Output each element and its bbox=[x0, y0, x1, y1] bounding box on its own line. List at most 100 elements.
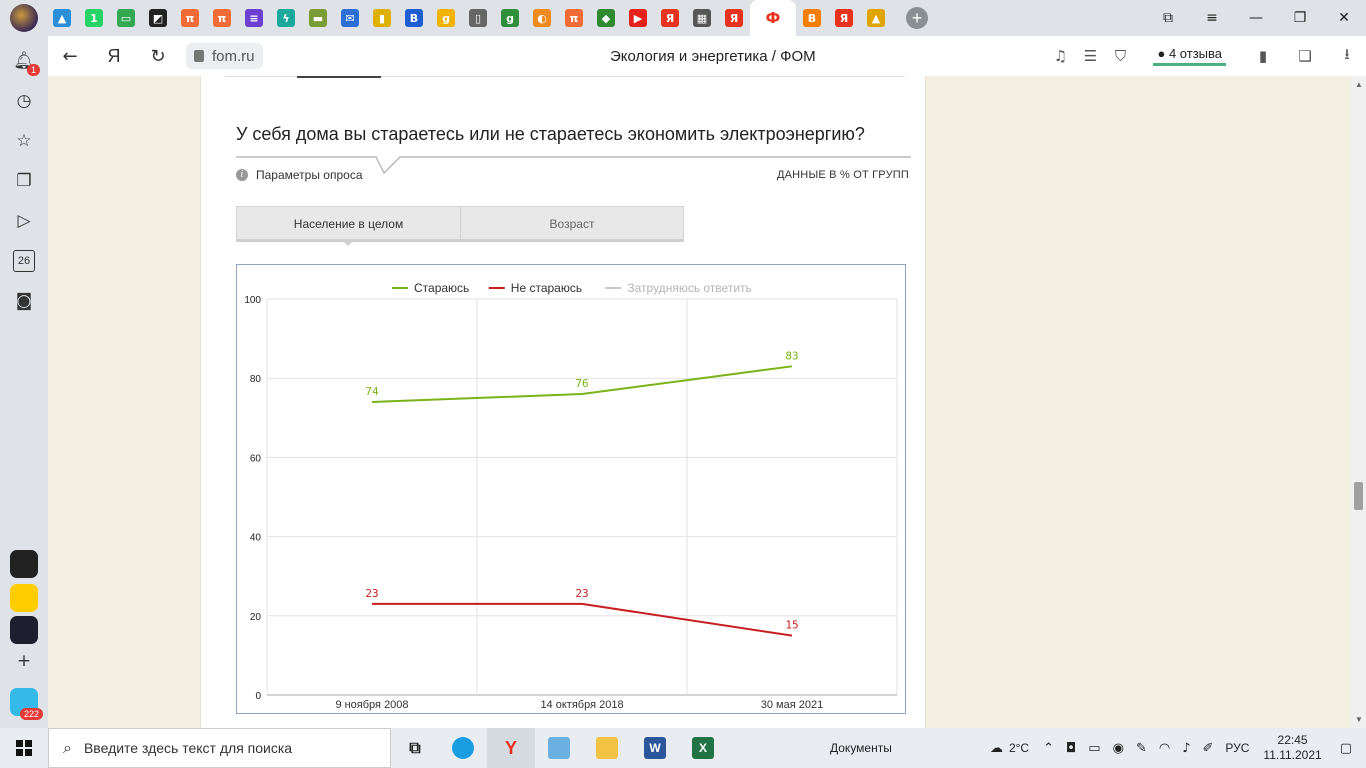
shield-icon[interactable]: ⛉ bbox=[1105, 47, 1135, 65]
data-label: 76 bbox=[575, 377, 588, 390]
tab-25[interactable]: Я bbox=[828, 0, 860, 36]
chevron-up-icon[interactable]: ⌃ bbox=[1043, 741, 1054, 756]
tab-18[interactable]: ◆ bbox=[590, 0, 622, 36]
play-video-icon[interactable]: ▷ bbox=[13, 210, 35, 232]
data-label: 15 bbox=[785, 619, 798, 632]
diamond-icon: ◆ bbox=[597, 9, 615, 27]
tab-16[interactable]: ◐ bbox=[526, 0, 558, 36]
reader-mode-icon[interactable]: ☰ bbox=[1075, 47, 1105, 65]
lock-icon bbox=[194, 50, 204, 62]
tab-7[interactable]: ≡ bbox=[238, 0, 270, 36]
bookmark-icon[interactable]: ▮ bbox=[1248, 47, 1278, 65]
picture-icon: ▲ bbox=[867, 9, 885, 27]
notifications-icon[interactable]: ▢ bbox=[1340, 741, 1352, 756]
restore-button[interactable]: ❐ bbox=[1278, 10, 1322, 26]
tab-15[interactable]: g bbox=[494, 0, 526, 36]
yandex-browser-app-icon[interactable]: Y bbox=[487, 728, 535, 768]
tab-20[interactable]: Я bbox=[654, 0, 686, 36]
legend-label: Стараюсь bbox=[414, 281, 469, 295]
survey-params-link[interactable]: i Параметры опроса bbox=[236, 168, 363, 182]
yandex-home-button[interactable]: Я bbox=[92, 46, 136, 67]
clock[interactable]: 22:45 11.11.2021 bbox=[1263, 733, 1321, 763]
tab-26[interactable]: ▲ bbox=[860, 0, 892, 36]
antivirus-icon[interactable]: ◉ bbox=[1113, 741, 1124, 756]
tab-12[interactable]: B bbox=[398, 0, 430, 36]
tab-manager-icon[interactable]: ⧉ bbox=[1146, 10, 1190, 26]
tab-14[interactable]: ▯ bbox=[462, 0, 494, 36]
tab-4[interactable]: ◩ bbox=[142, 0, 174, 36]
market-app-icon[interactable] bbox=[10, 584, 38, 612]
url-field[interactable]: fom.ru bbox=[186, 43, 263, 69]
collections-icon[interactable]: ❏ bbox=[1290, 47, 1320, 65]
scrollbar-thumb[interactable] bbox=[1354, 482, 1363, 510]
pen-input-icon[interactable]: ✐ bbox=[1202, 741, 1213, 756]
windows-taskbar: ⌕ Введите здесь текст для поиска ⧉ Y W X… bbox=[0, 728, 1366, 768]
tab-3[interactable]: ▭ bbox=[110, 0, 142, 36]
alice-app-icon[interactable] bbox=[10, 550, 38, 578]
profile-avatar[interactable] bbox=[10, 4, 38, 32]
documents-toolbar[interactable]: Документы bbox=[830, 741, 892, 755]
lightning-icon: ϟ bbox=[277, 9, 295, 27]
language-indicator[interactable]: РУС bbox=[1225, 741, 1249, 755]
battery-icon[interactable]: ▭ bbox=[1088, 741, 1100, 756]
scroll-down-icon[interactable]: ▼ bbox=[1355, 715, 1363, 724]
legend-label: Не стараюсь bbox=[511, 281, 582, 295]
tab-1[interactable]: ▲ bbox=[46, 0, 78, 36]
history-clock-icon[interactable]: ◷ bbox=[13, 90, 35, 112]
add-app-plus-icon[interactable]: + bbox=[13, 650, 35, 672]
sparkle-app-icon[interactable] bbox=[10, 616, 38, 644]
page-scrollbar[interactable]: ▲ ▼ bbox=[1351, 76, 1366, 728]
tab-24[interactable]: B bbox=[796, 0, 828, 36]
reviews-button[interactable]: ● 4 отзыва bbox=[1153, 46, 1226, 66]
close-window-button[interactable]: ✕ bbox=[1322, 10, 1366, 26]
tab-6[interactable]: π bbox=[206, 0, 238, 36]
pen-icon[interactable]: ✎ bbox=[1136, 741, 1147, 756]
tab-21[interactable]: ▦ bbox=[686, 0, 718, 36]
tab-2[interactable]: 1 bbox=[78, 0, 110, 36]
data-label: 83 bbox=[785, 349, 798, 362]
youtube-icon: ▶ bbox=[629, 9, 647, 27]
edge-app-icon[interactable] bbox=[439, 728, 487, 768]
tab-population[interactable]: Население в целом bbox=[237, 207, 461, 240]
tab-10[interactable]: ✉ bbox=[334, 0, 366, 36]
start-button[interactable] bbox=[0, 740, 48, 756]
camera-icon[interactable]: ◘ bbox=[1066, 741, 1076, 756]
tab-23[interactable]: Ф bbox=[750, 0, 796, 36]
tab-11[interactable]: ▮ bbox=[366, 0, 398, 36]
y-tick-label: 40 bbox=[250, 533, 262, 544]
tab-9[interactable]: ▬ bbox=[302, 0, 334, 36]
headphones-icon[interactable]: ♫ bbox=[1045, 47, 1075, 65]
collections-icon[interactable]: ❐ bbox=[13, 170, 35, 192]
wifi-icon[interactable]: ◠ bbox=[1159, 741, 1170, 756]
tab-22[interactable]: Я bbox=[718, 0, 750, 36]
scroll-up-icon[interactable]: ▲ bbox=[1355, 80, 1363, 89]
data-label: 23 bbox=[575, 587, 588, 600]
weather-icon[interactable]: ☁ bbox=[990, 741, 1003, 756]
new-tab-button[interactable]: + bbox=[906, 7, 928, 29]
excel-app-icon[interactable]: X bbox=[679, 728, 727, 768]
file-explorer-app-icon[interactable] bbox=[583, 728, 631, 768]
grid-logo-icon: ◩ bbox=[149, 9, 167, 27]
calendar-icon[interactable]: 26 bbox=[13, 250, 35, 272]
tab-19[interactable]: ▶ bbox=[622, 0, 654, 36]
word-app-icon[interactable]: W bbox=[631, 728, 679, 768]
favorites-star-icon[interactable]: ☆ bbox=[13, 130, 35, 152]
network-app-icon[interactable] bbox=[535, 728, 583, 768]
tab-17[interactable]: π bbox=[558, 0, 590, 36]
back-button[interactable]: ← bbox=[48, 46, 92, 67]
tab-age[interactable]: Возраст bbox=[461, 207, 683, 240]
menu-icon[interactable]: ≡ bbox=[1190, 10, 1234, 26]
download-icon[interactable]: ⭳ bbox=[1332, 44, 1362, 69]
system-tray: ☁ 2°C ⌃ ◘ ▭ ◉ ✎ ◠ ♪ ✐ РУС 22:45 11.11.20… bbox=[984, 728, 1366, 768]
tab-8[interactable]: ϟ bbox=[270, 0, 302, 36]
tab-5[interactable]: π bbox=[174, 0, 206, 36]
task-view-icon[interactable]: ⧉ bbox=[391, 728, 439, 768]
group-tabs: Население в целом Возраст bbox=[236, 206, 684, 246]
tab-13[interactable]: g bbox=[430, 0, 462, 36]
volume-icon[interactable]: ♪ bbox=[1182, 741, 1190, 756]
taskbar-search[interactable]: ⌕ Введите здесь текст для поиска bbox=[48, 728, 391, 768]
survey-params-label: Параметры опроса bbox=[256, 168, 363, 182]
screenshot-camera-icon[interactable]: ◙ bbox=[13, 290, 35, 312]
minimize-button[interactable]: — bbox=[1234, 10, 1278, 26]
reload-button[interactable]: ↻ bbox=[136, 46, 180, 67]
